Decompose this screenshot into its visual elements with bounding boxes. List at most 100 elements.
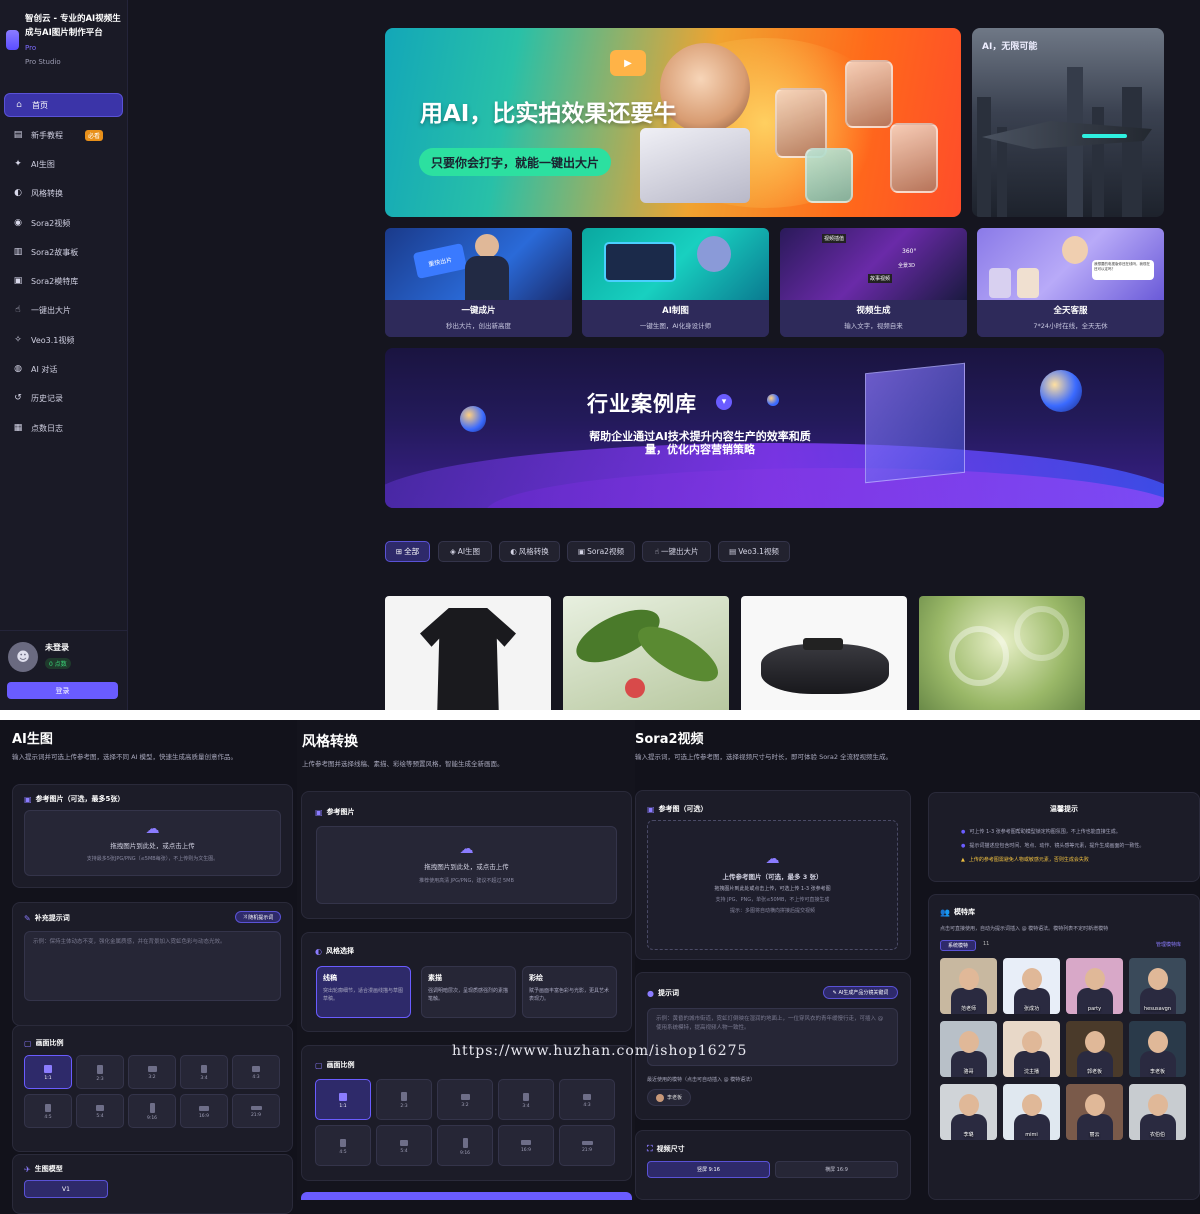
divider: [0, 710, 1200, 720]
ratio-option[interactable]: 4:5: [24, 1094, 72, 1128]
building: [1092, 107, 1104, 217]
model-card[interactable]: hesusavgn: [1129, 958, 1186, 1014]
filter-aigen[interactable]: ◈ AI生图: [438, 541, 492, 562]
ratio-option[interactable]: 21:9: [232, 1094, 280, 1128]
filter-sora[interactable]: ▣ Sora2视频: [567, 541, 635, 562]
gallery-item-lychee[interactable]: [563, 596, 729, 710]
model-name: 丽云: [1089, 1132, 1100, 1138]
ratio-label: 9:16: [146, 1116, 158, 1121]
model-card[interactable]: 丽云: [1066, 1084, 1123, 1140]
model-avatar-icon: [1021, 1031, 1042, 1053]
ratio-option[interactable]: 3:4: [180, 1055, 228, 1089]
random-prompt-button[interactable]: ⤨ 随机提示词: [235, 911, 281, 923]
login-button[interactable]: 登录: [7, 682, 118, 699]
ratio-option[interactable]: 1:1: [315, 1079, 371, 1120]
style-dropzone[interactable]: ☁ 拖拽图片到此处，或点击上传 推荐使用高清 JPG/PNG，建议不超过 5MB: [316, 826, 617, 904]
model-card[interactable]: 李璐: [940, 1084, 997, 1140]
recent-model-chip[interactable]: 李老板: [647, 1089, 691, 1106]
ratio-shape-icon: [199, 1105, 209, 1111]
feature-title: 全天客服: [1053, 306, 1088, 316]
aigen-prompt-input[interactable]: 示例：保持主体动态不变，强化金属质感，并在背景加入霓虹色彩与动态光效。: [24, 931, 281, 1001]
model-card[interactable]: 沈主播: [1003, 1021, 1060, 1077]
filter-style[interactable]: ◐ 风格转换: [499, 541, 560, 562]
model-card[interactable]: 李老板: [1129, 1021, 1186, 1077]
sidebar-item-2[interactable]: ✦ AI生图: [4, 152, 123, 176]
model-card[interactable]: 范老师: [940, 958, 997, 1014]
tab-system-models[interactable]: 系统模特: [940, 940, 976, 951]
sidebar-item-4[interactable]: ◉ Sora2视频: [4, 211, 123, 235]
sidebar-item-8[interactable]: ✧ Veo3.1视频: [4, 328, 123, 352]
model-card[interactable]: party: [1066, 958, 1123, 1014]
ratio-option[interactable]: 9:16: [437, 1125, 493, 1166]
feature-card-support[interactable]: 我想要的电视版你还在线吗，我现在还可以定吗？ 全天客服 7*24小时在线，全天无…: [977, 228, 1164, 337]
feature-card-oneclick[interactable]: 重快出片 一键成片 秒出大片，创出新高度: [385, 228, 572, 337]
filter-oneclick[interactable]: ☝ 一键出大片: [642, 541, 711, 562]
sidebar-item-6[interactable]: ▣ Sora2模特库: [4, 269, 123, 293]
feature-card-aiimage[interactable]: AI制图 一键生图，AI化身设计师: [582, 228, 769, 337]
style-desc: 突出轮廓细节，适合漫画线描与草图草稿。: [323, 988, 404, 1002]
user-avatar-icon[interactable]: ☻: [8, 642, 38, 672]
ratio-option[interactable]: 5:4: [376, 1125, 432, 1166]
ratio-option[interactable]: 2:3: [376, 1079, 432, 1120]
model-card[interactable]: 骆哥: [940, 1021, 997, 1077]
sidebar-item-1[interactable]: ▤ 新手教程 必看: [4, 123, 123, 147]
building: [1122, 87, 1142, 217]
sidebar-item-11[interactable]: ▦ 点数日志: [4, 416, 123, 440]
model-icon: ▣: [13, 276, 23, 286]
feature-card-video[interactable]: 视频插值 全景3D 360° 故事视频 视频生成 输入文字，视频自来: [780, 228, 967, 337]
style-submit-button[interactable]: [301, 1192, 632, 1200]
sidebar-item-3[interactable]: ◐ 风格转换: [4, 181, 123, 205]
ratio-shape-icon: [462, 1137, 468, 1148]
sidebar-item-10[interactable]: ↺ 历史记录: [4, 386, 123, 410]
building: [977, 97, 991, 217]
side-banner[interactable]: AI，无限可能: [972, 28, 1164, 217]
gallery-item-pot[interactable]: [741, 596, 907, 710]
style-option-sketch[interactable]: 素描 强调明暗层次，呈现质感强烈的素描笔触。: [421, 966, 516, 1018]
ai-keyword-button[interactable]: ✎ AI生成产品分镜关键词: [823, 986, 898, 999]
sidebar-item-0[interactable]: ⌂ 首页: [4, 93, 123, 117]
ratio-option[interactable]: 4:5: [315, 1125, 371, 1166]
aigen-dropzone[interactable]: ☁ 拖拽图片到此处，或点击上传 支持最多5张JPG/PNG（≤5MB每张），不上…: [24, 810, 281, 876]
ratio-option[interactable]: 2:3: [76, 1055, 124, 1089]
sora-dropzone[interactable]: ☁ 上传参考图片（可选，最多 3 张） 拖拽图片到此处或点击上传，可选上传 1-…: [647, 820, 898, 950]
model-avatar-icon: [655, 1093, 664, 1102]
model-select-v1[interactable]: V1: [24, 1180, 108, 1198]
gallery-item-leaves[interactable]: [919, 596, 1085, 710]
video-icon: ▤: [729, 547, 737, 556]
sidebar-item-7[interactable]: ☝ 一键出大片: [4, 298, 123, 322]
palette-icon: ◐: [14, 188, 22, 198]
ratio-option[interactable]: 3:2: [128, 1055, 176, 1089]
gallery-item-dress[interactable]: [385, 596, 551, 710]
size-vertical-button[interactable]: 竖屏 9:16: [647, 1161, 770, 1178]
model-card[interactable]: 农伯伯: [1129, 1084, 1186, 1140]
manage-models-link[interactable]: 管理模特库: [1156, 941, 1181, 948]
ratio-option[interactable]: 21:9: [559, 1125, 615, 1166]
ratio-option[interactable]: 3:2: [437, 1079, 493, 1120]
history-icon: ↺: [14, 393, 22, 403]
ratio-option[interactable]: 9:16: [128, 1094, 176, 1128]
style-select-label: ◐ 风格选择: [315, 946, 354, 956]
hero-banner[interactable]: ▶ 用AI，比实拍效果还要牛 只要你会打字，就能一键出大片: [385, 28, 961, 217]
size-horizontal-button[interactable]: 横屏 16:9: [775, 1161, 898, 1178]
user-name: 未登录: [45, 643, 69, 652]
pen-icon: ✎: [24, 913, 31, 923]
filter-all[interactable]: ⊞ 全部: [385, 541, 430, 562]
filter-veo[interactable]: ▤ Veo3.1视频: [718, 541, 790, 562]
sidebar-item-9[interactable]: ◍ AI 对话: [4, 357, 123, 381]
model-card[interactable]: 张成功: [1003, 958, 1060, 1014]
model-card[interactable]: 郭老板: [1066, 1021, 1123, 1077]
industry-banner[interactable]: 行业案例库 ▾ 帮助企业通过AI技术提升内容生产的效率和质量，优化内容营销策略: [385, 348, 1164, 508]
model-card[interactable]: mimi: [1003, 1084, 1060, 1140]
aigen-prompt-label: ✎ 补充提示词: [24, 913, 70, 923]
ratio-option[interactable]: 16:9: [180, 1094, 228, 1128]
ratio-option[interactable]: 3:4: [498, 1079, 554, 1120]
ratio-option[interactable]: 4:3: [232, 1055, 280, 1089]
ratio-option[interactable]: 4:3: [559, 1079, 615, 1120]
style-option-paint[interactable]: 彩绘 赋予画面丰富色彩与光影，更具艺术表现力。: [522, 966, 617, 1018]
ratio-option[interactable]: 5:4: [76, 1094, 124, 1128]
chevron-down-icon[interactable]: ▾: [716, 394, 732, 410]
sidebar-item-5[interactable]: ▥ Sora2故事板: [4, 240, 123, 264]
ratio-option[interactable]: 1:1: [24, 1055, 72, 1089]
ratio-option[interactable]: 16:9: [498, 1125, 554, 1166]
style-option-line[interactable]: 线稿 突出轮廓细节，适合漫画线描与草图草稿。: [316, 966, 411, 1018]
